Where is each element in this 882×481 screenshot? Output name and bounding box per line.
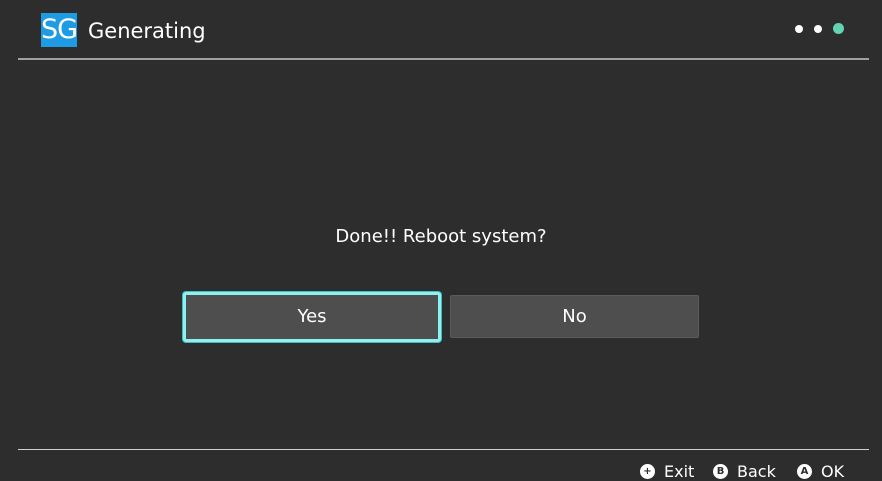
footer-divider — [18, 449, 869, 450]
b-button-icon: B — [713, 464, 728, 479]
app-logo: SG — [41, 13, 78, 47]
ok-label: OK — [821, 462, 845, 481]
yes-button[interactable]: Yes — [183, 292, 441, 342]
exit-label: Exit — [664, 462, 695, 481]
a-button-icon: A — [797, 464, 812, 479]
back-hint[interactable]: B Back — [713, 462, 776, 481]
page-dot-active — [833, 23, 844, 34]
no-button[interactable]: No — [450, 295, 699, 338]
page-dot — [814, 24, 822, 33]
page-dot — [795, 24, 803, 33]
page-title: Generating — [88, 19, 206, 43]
ok-hint[interactable]: A OK — [797, 462, 844, 481]
back-label: Back — [737, 462, 776, 481]
plus-button-icon: + — [640, 464, 655, 479]
page-indicator — [795, 23, 844, 34]
exit-hint[interactable]: + Exit — [640, 462, 694, 481]
dialog-message: Done!! Reboot system? — [335, 226, 547, 247]
header-bar: SG Generating — [0, 0, 882, 60]
header-divider — [18, 58, 869, 60]
footer-hints: + Exit B Back A OK — [0, 458, 882, 481]
